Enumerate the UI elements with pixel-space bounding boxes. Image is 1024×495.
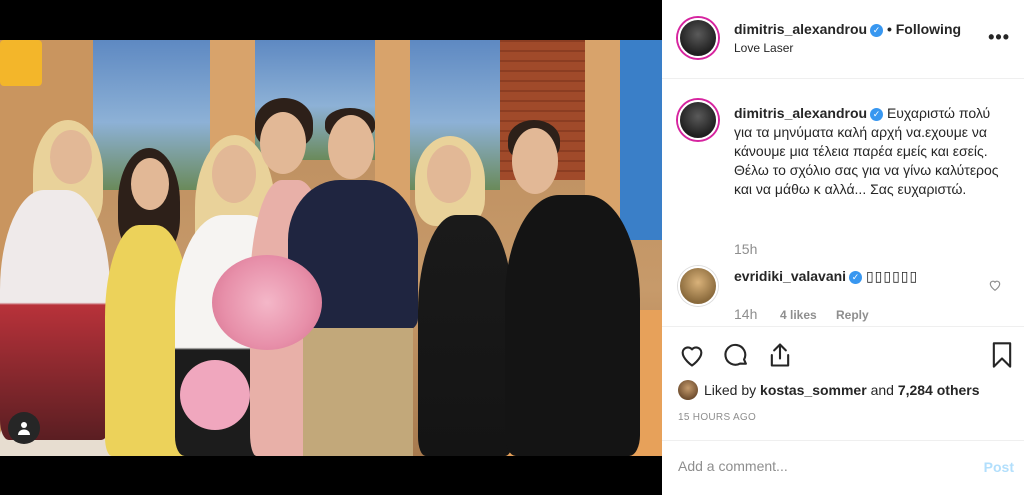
person-woman-1 [0,190,110,440]
person-head [512,128,558,194]
comment-input[interactable] [678,458,958,474]
heart-icon[interactable] [678,341,706,369]
likes-count[interactable]: 7,284 others [898,382,980,398]
bouquet-wrap [180,360,250,430]
post-header: dimitris_alexandrou ✓ • Following Love La… [662,0,1024,79]
caption-time[interactable]: 15h [734,241,757,257]
comment-text: ▯▯▯▯▯▯ [865,268,919,284]
comment-time[interactable]: 14h [734,306,757,322]
post-actions: Liked by kostas_sommer and 7,284 others … [662,326,1024,438]
author-username[interactable]: dimitris_alexandrou [734,21,867,37]
comments-list[interactable]: dimitris_alexandrou ✓ Ευχαριστώ πολύ για … [662,80,1024,325]
verified-icon: ✓ [849,270,863,284]
post-timestamp[interactable]: 15 HOURS AGO [678,412,756,423]
photo-pane [0,0,662,495]
person-man-3 [505,195,640,456]
flower-bouquet [212,255,322,350]
lamp [0,40,42,86]
add-comment-bar: Post [662,440,1024,495]
author-line: dimitris_alexandrou ✓ • Following [734,21,961,37]
caption-avatar[interactable] [678,100,718,140]
post-sidebar: dimitris_alexandrou ✓ • Following Love La… [662,0,1024,495]
post-location[interactable]: Love Laser [734,41,793,55]
comment-icon[interactable] [722,341,750,369]
person-head [212,145,256,203]
person-head [427,145,471,203]
person-head [50,130,92,184]
person-head [131,158,169,210]
comment-likes[interactable]: 4 likes [780,308,817,322]
post-photo[interactable] [0,40,662,456]
person-man-2-trousers [303,328,413,456]
liked-by-joiner: and [870,382,894,398]
liker-avatar[interactable] [678,380,698,400]
post-comment-button[interactable]: Post [984,459,1014,475]
share-icon[interactable] [766,341,794,369]
author-avatar[interactable] [678,18,718,58]
liked-by: Liked by kostas_sommer and 7,284 others [678,380,980,400]
person-head [260,112,306,174]
follow-status[interactable]: • Following [887,21,961,37]
tagged-users-button[interactable] [8,412,40,444]
blue-wall [620,40,662,240]
liked-by-prefix: Liked by [704,382,757,398]
bookmark-icon[interactable] [988,341,1016,369]
person-head [328,115,374,179]
comment: evridiki_valavani ✓ ▯▯▯▯▯▯ [734,268,918,285]
verified-icon: ✓ [870,107,884,121]
commenter-avatar[interactable] [678,266,718,306]
caption: dimitris_alexandrou ✓ Ευχαριστώ πολύ για … [734,104,1004,199]
user-icon [18,422,30,435]
more-options-button[interactable]: ••• [988,27,1010,48]
liker-username[interactable]: kostas_sommer [760,382,867,398]
commenter-username[interactable]: evridiki_valavani [734,268,846,284]
person-woman-4 [418,215,513,456]
like-comment-icon[interactable] [988,278,1002,292]
verified-icon: ✓ [870,23,884,37]
caption-username[interactable]: dimitris_alexandrou [734,105,867,121]
reply-button[interactable]: Reply [836,308,869,322]
